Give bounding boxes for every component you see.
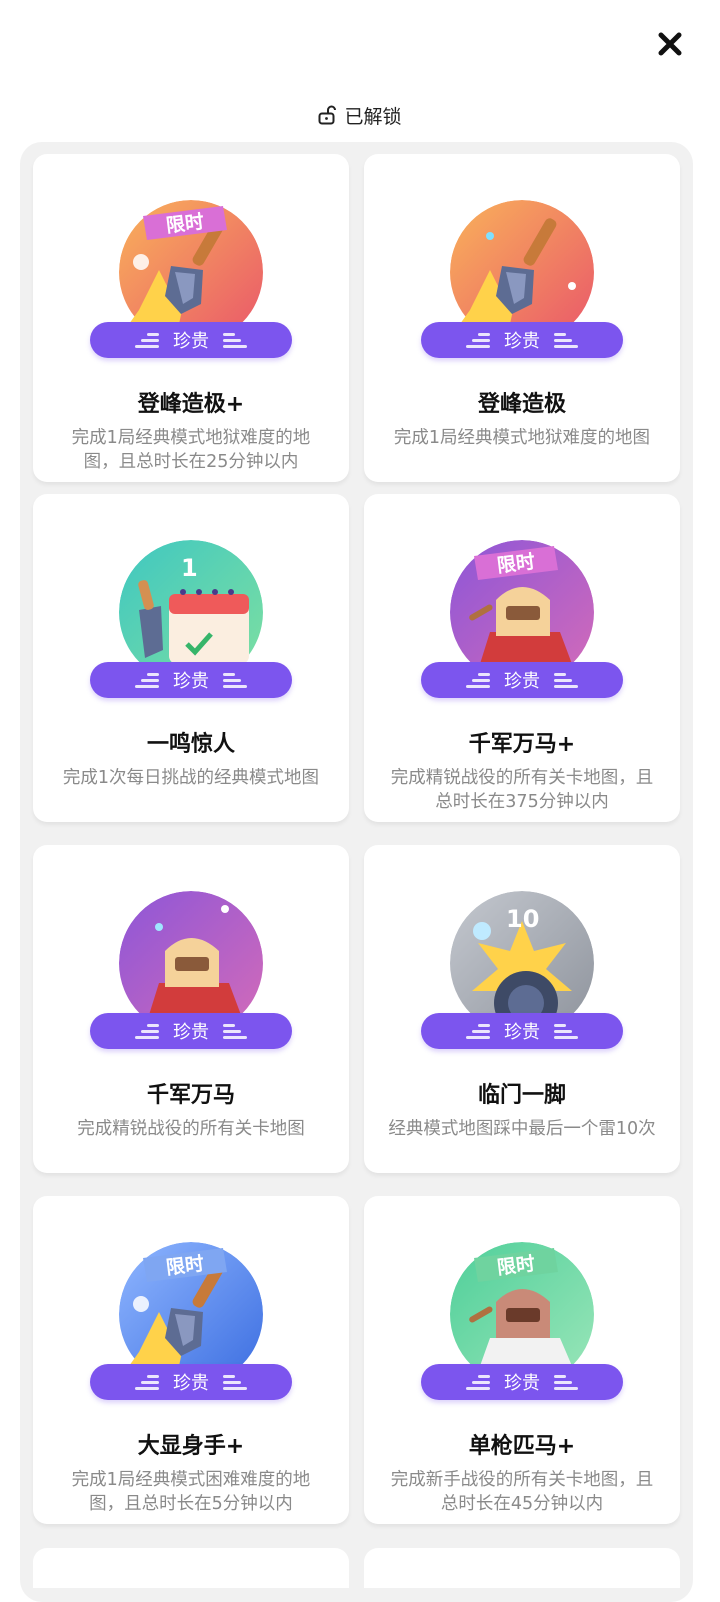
achievement-desc: 完成1次每日挑战的经典模式地图: [62, 768, 320, 788]
rarity-badge: 珍贵: [90, 1013, 292, 1049]
achievement-card[interactable]: 10 珍贵 临门一脚 经典模式地图踩中最后一个雷10次: [364, 845, 680, 1173]
calendar-medal-icon: 1: [119, 540, 263, 664]
achievement-desc: 完成1局经典模式困难难度的地图，且总时长在5分钟以内: [71, 1470, 311, 1514]
achievement-card[interactable]: 限时 珍贵 千军万马+ 完成精锐战役的所有关卡地图，且总时长在375分钟以内: [364, 494, 680, 822]
badge-number: 10: [506, 905, 540, 933]
achievement-card[interactable]: 限时 珍贵 大显身手+ 完成1局经典模式困难难度的地图，且总时长在5分钟以内: [33, 1196, 349, 1524]
achievement-title: 登峰造极: [477, 392, 566, 417]
achievement-card[interactable]: [364, 1548, 680, 1588]
mine-medal-icon: 10: [450, 891, 594, 1015]
rarity-badge: 珍贵: [421, 1364, 623, 1400]
rarity-label: 珍贵: [173, 1022, 209, 1043]
badge-number: 1: [181, 554, 198, 582]
achievement-title: 单枪匹马+: [468, 1434, 576, 1459]
rarity-badge: 珍贵: [90, 1364, 292, 1400]
limited-time-label: 限时: [496, 551, 536, 577]
achievement-card[interactable]: 限时 珍贵 登峰造极+ 完成1局经典模式地狱难度的地图，且总时长在25分钟以内: [33, 154, 349, 482]
unlocked-header: 已解锁: [0, 100, 720, 130]
achievement-list[interactable]: 限时 珍贵 登峰造极+ 完成1局经典模式地狱难度的地图，且总时长在25分钟以内: [20, 142, 693, 1602]
limited-time-label: 限时: [165, 1253, 205, 1279]
limited-time-tag: 限时: [474, 546, 558, 580]
rarity-badge: 珍贵: [421, 322, 623, 358]
achievement-desc: 完成精锐战役的所有关卡地图: [77, 1119, 305, 1139]
limited-time-tag: 限时: [474, 1248, 558, 1282]
close-button[interactable]: [650, 26, 690, 62]
rarity-badge: 珍贵: [421, 662, 623, 698]
knight-medal-icon: [119, 891, 263, 1015]
rarity-badge: 珍贵: [421, 1013, 623, 1049]
rarity-label: 珍贵: [504, 1022, 540, 1043]
rarity-label: 珍贵: [173, 1373, 209, 1394]
rarity-label: 珍贵: [504, 1373, 540, 1394]
unlock-icon: [318, 105, 337, 125]
limited-time-tag: 限时: [143, 206, 227, 240]
achievement-title: 登峰造极+: [137, 392, 245, 417]
achievement-desc: 完成新手战役的所有关卡地图，且总时长在45分钟以内: [390, 1470, 654, 1514]
limited-time-label: 限时: [165, 211, 205, 237]
achievement-desc: 完成1局经典模式地狱难度的地图，且总时长在25分钟以内: [71, 428, 311, 472]
rarity-label: 珍贵: [504, 671, 540, 692]
rarity-label: 珍贵: [173, 671, 209, 692]
rarity-badge: 珍贵: [90, 662, 292, 698]
achievement-title: 一鸣惊人: [146, 732, 235, 757]
shovel-medal-icon: [450, 200, 594, 324]
achievement-desc: 完成精锐战役的所有关卡地图，且总时长在375分钟以内: [390, 768, 654, 812]
achievement-title: 千军万马: [146, 1083, 235, 1108]
limited-time-tag: 限时: [143, 1248, 227, 1282]
achievement-card[interactable]: 1 珍贵 一鸣惊人 完成1次每日挑战的经典模式地图: [33, 494, 349, 822]
rarity-badge: 珍贵: [90, 322, 292, 358]
achievement-title: 临门一脚: [477, 1083, 566, 1108]
achievement-card[interactable]: [33, 1548, 349, 1588]
achievement-card[interactable]: 珍贵 登峰造极 完成1局经典模式地狱难度的地图: [364, 154, 680, 482]
achievement-card[interactable]: 珍贵 千军万马 完成精锐战役的所有关卡地图: [33, 845, 349, 1173]
achievement-card[interactable]: 限时 珍贵 单枪匹马+ 完成新手战役的所有关卡地图，且总时长在45分钟以内: [364, 1196, 680, 1524]
rarity-label: 珍贵: [504, 331, 540, 352]
achievement-title: 大显身手+: [137, 1434, 245, 1459]
achievement-desc: 经典模式地图踩中最后一个雷10次: [388, 1119, 656, 1139]
achievement-title: 千军万马+: [468, 732, 576, 757]
limited-time-label: 限时: [496, 1253, 536, 1279]
rarity-label: 珍贵: [173, 331, 209, 352]
close-icon: [658, 32, 682, 56]
unlocked-title: 已解锁: [344, 105, 402, 128]
achievement-desc: 完成1局经典模式地狱难度的地图: [393, 428, 651, 448]
